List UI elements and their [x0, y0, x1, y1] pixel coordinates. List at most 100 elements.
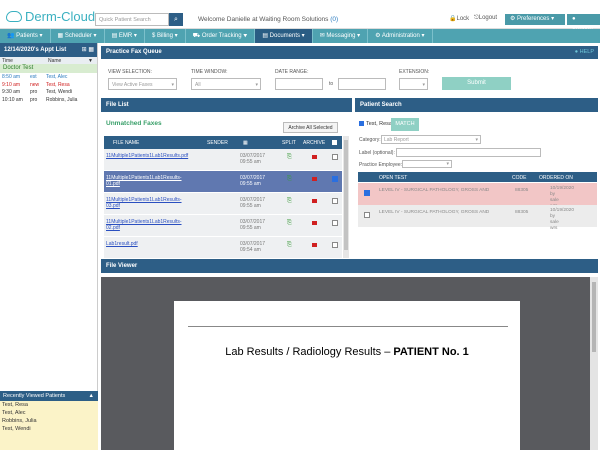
chevron-down-icon: ▾ — [132, 33, 137, 39]
appt-name: Test, Resa — [46, 82, 70, 88]
doctor-group[interactable]: Doctor Test — [0, 64, 97, 73]
preferences-menu[interactable]: ⚙ Preferences ▾ — [505, 14, 565, 25]
recent-header[interactable]: Recently Viewed Patients▲ — [0, 391, 98, 401]
chevron-down-icon: ▾ — [171, 82, 174, 88]
chevron-down-icon: ▾ — [173, 33, 178, 39]
test-row[interactable]: LEVEL IV - SURGICAL PATHOLOGY, GROSS AND… — [358, 205, 597, 227]
chevron-down-icon: ▾ — [92, 33, 97, 39]
split-icon[interactable]: ⎘ — [287, 220, 292, 227]
file-row[interactable]: 11Multiple1Patients1Lab1Results-03.pdf03… — [104, 193, 342, 215]
test-table-header: OPEN TEST CODE ORDERED ON — [358, 172, 597, 182]
file-row[interactable]: Lab1result.pdf 03/07/201709:54 am ⎘ — [104, 237, 342, 259]
collapse-icon[interactable]: ▲ — [89, 391, 94, 401]
viewer-scrollbar[interactable] — [590, 277, 598, 450]
submit-button[interactable]: Submit — [442, 77, 511, 90]
appt-status: pro — [30, 97, 37, 103]
split-icon[interactable]: ⎘ — [287, 242, 292, 249]
file-row[interactable]: 11Multiple1Patients1Lab1Results-02.pdf03… — [104, 215, 342, 237]
calendar-icon[interactable]: ⊞ ▦ — [82, 43, 94, 57]
quick-search-input[interactable]: Quick Patient Search — [95, 13, 169, 26]
file-link[interactable]: Lab1result.pdf — [106, 241, 190, 247]
file-checkbox[interactable] — [332, 198, 338, 204]
nav-scheduler[interactable]: ▦ Scheduler ▾ — [51, 29, 105, 43]
test-checkbox[interactable] — [364, 190, 370, 196]
logo[interactable]: Derm-Cloud — [6, 9, 95, 24]
select-all-checkbox[interactable] — [332, 140, 337, 145]
file-list-scrollbar[interactable] — [343, 136, 349, 258]
recent-patient[interactable]: Robbins, Julia — [0, 417, 98, 425]
nav-patients[interactable]: 👥 Patients ▾ — [0, 29, 51, 43]
archive-icon[interactable] — [312, 221, 317, 225]
file-list-header: File List — [101, 98, 352, 112]
category-select[interactable]: Lab Report▾ — [381, 135, 481, 144]
nav-emr[interactable]: ▤ EMR ▾ — [105, 29, 145, 43]
file-date: 03/07/201709:55 am — [240, 175, 265, 187]
main-nav: 👥 Patients ▾▦ Scheduler ▾▤ EMR ▾$ Billin… — [0, 29, 600, 43]
match-button[interactable]: MATCH — [391, 118, 419, 131]
help-link[interactable]: ● HELP — [575, 46, 594, 59]
recent-patient[interactable]: Test, Resa — [0, 401, 98, 409]
scrollbar-thumb[interactable] — [592, 282, 596, 352]
search-button[interactable]: ⌕ — [169, 13, 183, 26]
file-link[interactable]: 11Multiple1Patients1Lab1Results-01.pdf — [106, 175, 190, 187]
split-icon[interactable]: ⎘ — [287, 176, 292, 183]
nav-order-tracking[interactable]: ⛟ Order Tracking ▾ — [186, 29, 256, 43]
nav-documents[interactable]: ▤ Documents ▾ — [255, 29, 312, 43]
file-checkbox[interactable] — [332, 176, 338, 182]
chevron-down-icon: ▾ — [420, 33, 425, 39]
scrollbar-thumb[interactable] — [344, 140, 348, 250]
appt-time: 10:10 am — [2, 97, 23, 103]
file-checkbox[interactable] — [332, 154, 338, 160]
extension-select[interactable]: ▾ — [399, 78, 428, 90]
split-icon[interactable]: ⎘ — [287, 154, 292, 161]
date-to-input[interactable] — [338, 78, 386, 90]
file-link[interactable]: 11Multiple1Patients1Lab1Results.pdf — [106, 153, 190, 159]
label-input[interactable] — [396, 148, 541, 157]
split-icon[interactable]: ⎘ — [287, 198, 292, 205]
archive-icon[interactable] — [312, 155, 317, 159]
appt-row[interactable]: 9:10 amnewTest, Resa — [0, 81, 97, 89]
appt-time: 9:10 am — [2, 82, 20, 88]
file-date: 03/07/201709:54 am — [240, 241, 265, 253]
test-name: LEVEL IV - SURGICAL PATHOLOGY, GROSS AND — [379, 210, 489, 215]
date-from-input[interactable] — [275, 78, 323, 90]
appt-row[interactable]: 10:10 amproRobbins, Julia — [0, 96, 97, 104]
appt-list-header: 12/14/2020's Appt List⊞ ▦ — [0, 43, 97, 57]
nav-administration[interactable]: ⚙ Administration ▾ — [368, 29, 432, 43]
file-checkbox[interactable] — [332, 242, 338, 248]
file-row[interactable]: 11Multiple1Patients1Lab1Results.pdf03/07… — [104, 149, 342, 171]
file-link[interactable]: 11Multiple1Patients1Lab1Results-02.pdf — [106, 219, 190, 231]
time-window-select[interactable]: All▾ — [191, 78, 261, 90]
calendar-icon: ▦ — [243, 140, 248, 146]
patient-search-header: Patient Search — [355, 98, 598, 112]
cloud-icon — [6, 11, 22, 22]
file-row[interactable]: 11Multiple1Patients1Lab1Results-01.pdf 03… — [104, 171, 342, 193]
employee-select[interactable]: ▾ — [402, 160, 452, 168]
patient-checkbox[interactable] — [359, 121, 364, 126]
appt-time: 9:30 am — [2, 89, 20, 95]
file-checkbox[interactable] — [332, 220, 338, 226]
filter-icon[interactable]: ▼ — [88, 58, 93, 64]
recent-patients-panel: Recently Viewed Patients▲ Test, ResaTest… — [0, 391, 98, 450]
archive-icon[interactable] — [312, 243, 317, 247]
nav-messaging[interactable]: ✉ Messaging ▾ — [313, 29, 368, 43]
test-row[interactable]: LEVEL IV - SURGICAL PATHOLOGY, GROSS AND… — [358, 183, 597, 205]
recent-patient[interactable]: Test, Wendi — [0, 425, 98, 433]
appt-row[interactable]: 8:50 amestTest, Alec — [0, 73, 97, 81]
appt-name: Test, Wendi — [46, 89, 72, 95]
file-icon: ▤ — [112, 33, 119, 39]
document-viewer[interactable]: Lab Results / Radiology Results – PATIEN… — [101, 277, 590, 450]
file-link[interactable]: 11Multiple1Patients1Lab1Results-03.pdf — [106, 197, 190, 209]
appt-row[interactable]: 9:30 amproTest, Wendi — [0, 88, 97, 96]
view-selection-select[interactable]: View Active Faxes▾ — [108, 78, 177, 90]
archive-all-button[interactable]: Archive All Selected — [283, 122, 338, 133]
archive-icon[interactable] — [312, 177, 317, 181]
nav-billing[interactable]: $ Billing ▾ — [145, 29, 186, 43]
recent-patient[interactable]: Test, Alec — [0, 409, 98, 417]
test-checkbox[interactable] — [364, 212, 370, 218]
archive-icon[interactable] — [312, 199, 317, 203]
support-menu[interactable]: ● Support ▾ — [567, 14, 600, 25]
matched-patient[interactable]: Test, Resa — [359, 121, 392, 127]
lock-button[interactable]: 🔒Lock — [449, 15, 469, 22]
logout-button[interactable]: ⎋Logout — [474, 15, 497, 22]
